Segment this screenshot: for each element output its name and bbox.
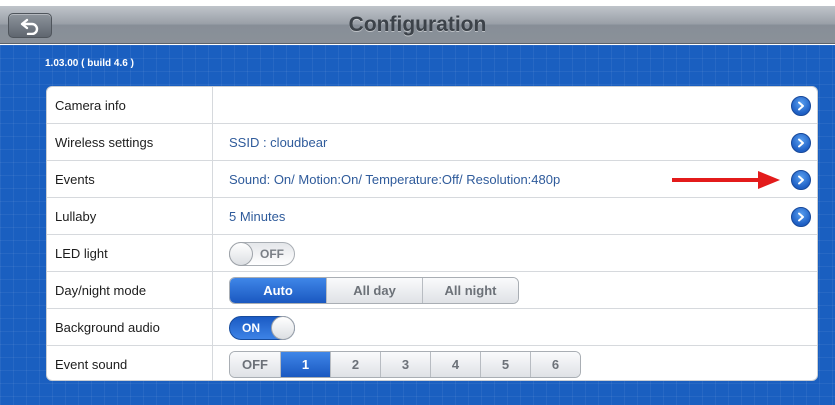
version-label: 1.03.00 ( build 4.6 )	[45, 58, 134, 69]
segment-4[interactable]: 4	[430, 352, 480, 377]
segment-auto[interactable]: Auto	[230, 278, 326, 303]
segment-all-day[interactable]: All day	[326, 278, 422, 303]
row-lullaby[interactable]: Lullaby 5 Minutes	[47, 198, 817, 235]
row-value: 5 Minutes	[229, 209, 286, 224]
segment-6[interactable]: 6	[530, 352, 580, 377]
row-led-light: LED light OFF	[47, 235, 817, 272]
segment-2[interactable]: 2	[330, 352, 380, 377]
row-value: Sound: On/ Motion:On/ Temperature:Off/ R…	[229, 172, 561, 187]
toggle-knob	[271, 316, 295, 340]
settings-table: Camera info Wireless settings SSID : clo…	[46, 86, 818, 381]
row-label: Wireless settings	[47, 124, 213, 160]
background-audio-toggle[interactable]: ON	[229, 316, 295, 340]
day-night-segmented-control: Auto All day All night	[229, 277, 519, 304]
chevron-right-icon[interactable]	[791, 96, 811, 116]
toggle-text: ON	[242, 321, 260, 335]
row-label: Events	[47, 161, 213, 197]
segment-off[interactable]: OFF	[230, 352, 280, 377]
segment-3[interactable]: 3	[380, 352, 430, 377]
chevron-right-icon[interactable]	[791, 207, 811, 227]
segment-5[interactable]: 5	[480, 352, 530, 377]
events-chevron-icon[interactable]	[791, 170, 811, 190]
red-arrow-annotation	[672, 171, 780, 189]
row-camera-info[interactable]: Camera info	[47, 87, 817, 124]
segment-1[interactable]: 1	[280, 352, 330, 377]
row-wireless-settings[interactable]: Wireless settings SSID : cloudbear	[47, 124, 817, 161]
title-bar: Configuration	[0, 6, 835, 44]
row-label: Event sound	[47, 346, 213, 380]
row-background-audio: Background audio ON	[47, 309, 817, 346]
toggle-knob	[229, 242, 253, 266]
led-light-toggle[interactable]: OFF	[229, 242, 295, 266]
chevron-right-icon[interactable]	[791, 133, 811, 153]
toggle-text: OFF	[260, 247, 284, 261]
row-label: Camera info	[47, 87, 213, 123]
row-label: Day/night mode	[47, 272, 213, 308]
row-label: LED light	[47, 235, 213, 271]
event-sound-segmented-control: OFF 1 2 3 4 5 6	[229, 351, 581, 378]
row-label: Background audio	[47, 309, 213, 345]
row-value: SSID : cloudbear	[229, 135, 328, 150]
row-label: Lullaby	[47, 198, 213, 234]
page-title: Configuration	[348, 13, 487, 36]
row-day-night-mode: Day/night mode Auto All day All night	[47, 272, 817, 309]
row-event-sound: Event sound OFF 1 2 3 4 5 6	[47, 346, 817, 380]
segment-all-night[interactable]: All night	[422, 278, 518, 303]
